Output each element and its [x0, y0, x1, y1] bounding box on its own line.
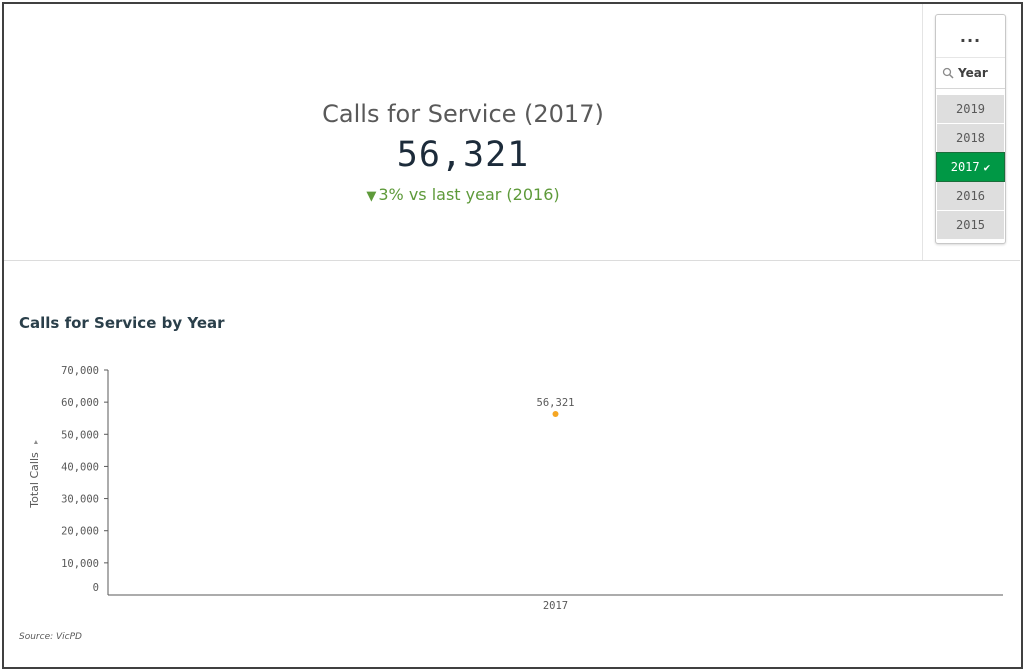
y-tick-label: 40,000 — [61, 461, 99, 473]
data-points: 56,321 — [537, 397, 575, 417]
x-tick-label: 2017 — [543, 600, 568, 612]
data-point[interactable] — [552, 410, 559, 417]
axis-toggle-icon[interactable]: ▸ — [31, 440, 40, 444]
x-axis: 2017 — [108, 594, 1003, 612]
y-axis: 70,000 60,000 50,000 40,000 30,000 20,000 10,0… — [61, 365, 109, 595]
y-tick-label: 10,000 — [61, 558, 99, 570]
y-tick-label: 30,000 — [61, 494, 99, 506]
y-tick-label: 0 — [93, 582, 99, 594]
y-tick-label: 70,000 — [61, 365, 99, 377]
y-axis-title: Total Calls — [28, 452, 41, 509]
y-axis-title-group: Total Calls — [28, 452, 41, 509]
y-tick-label: 50,000 — [61, 429, 99, 441]
y-tick-label: 20,000 — [61, 526, 99, 538]
data-label: 56,321 — [537, 397, 575, 409]
y-tick-label: 60,000 — [61, 397, 99, 409]
scatter-chart: 70,000 60,000 50,000 40,000 30,000 20,000 10,0… — [28, 365, 1003, 612]
chart-source: Source: VicPD — [19, 632, 82, 642]
